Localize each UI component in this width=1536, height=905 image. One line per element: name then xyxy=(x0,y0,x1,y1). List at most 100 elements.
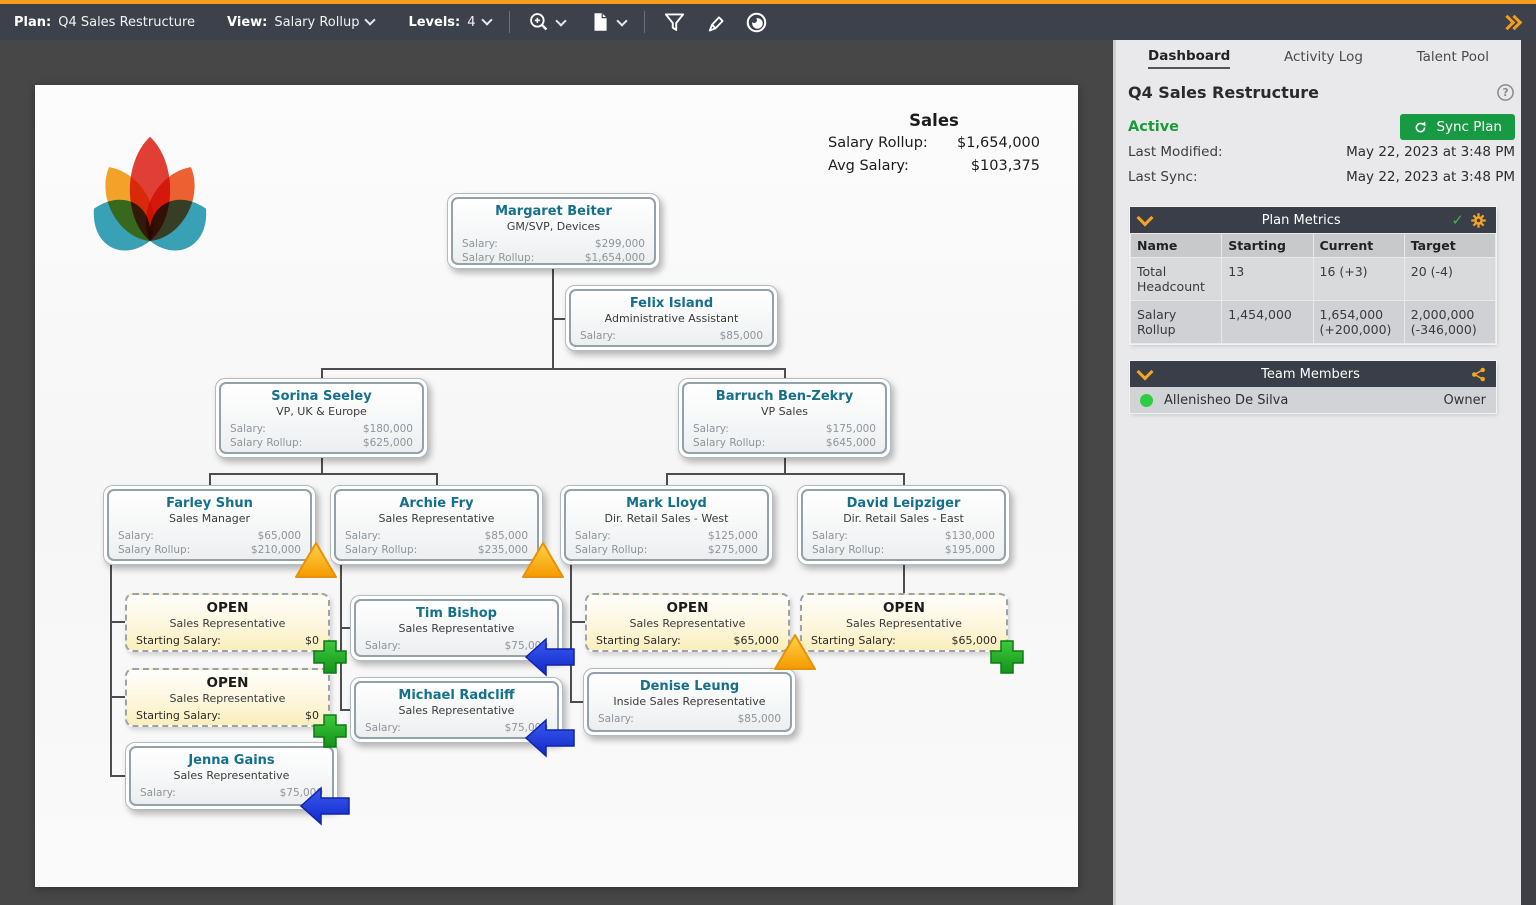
metrics-body: Total Headcount1316 (+3)20 (-4)Salary Ro… xyxy=(1131,258,1496,344)
check-icon[interactable]: ✓ xyxy=(1451,211,1464,229)
app-window: Plan: Q4 Sales Restructure View: Salary … xyxy=(0,0,1536,905)
metrics-column-header: Current xyxy=(1313,234,1404,258)
metrics-cell: Total Headcount xyxy=(1131,258,1222,301)
field-value: $1,654,000 xyxy=(585,251,645,265)
tab-dashboard[interactable]: Dashboard xyxy=(1148,48,1230,69)
add-position-badge[interactable] xyxy=(989,639,1025,679)
field-label: Salary Rollup: xyxy=(693,436,765,450)
warning-badge[interactable] xyxy=(295,541,337,583)
connector-line xyxy=(903,565,905,593)
document-icon xyxy=(589,11,611,33)
org-node-mark-lloyd[interactable]: Mark LloydDir. Retail Sales - WestSalary… xyxy=(560,485,773,565)
last-sync-label: Last Sync: xyxy=(1128,165,1198,190)
org-node-open-1[interactable]: OPENSales RepresentativeStarting Salary:… xyxy=(125,593,330,652)
org-node-barruch-ben-zekry[interactable]: Barruch Ben-ZekryVP SalesSalary:$175,000… xyxy=(678,378,891,458)
tab-activity-log[interactable]: Activity Log xyxy=(1284,49,1363,68)
collapse-panel-button[interactable] xyxy=(1506,17,1520,28)
org-node-card: Mark LloydDir. Retail Sales - WestSalary… xyxy=(564,489,769,561)
field-label: Salary Rollup: xyxy=(462,251,534,265)
summary-value: $103,375 xyxy=(971,155,1040,178)
job-title: GM/SVP, Devices xyxy=(453,220,654,233)
moved-position-badge[interactable] xyxy=(525,637,575,681)
field-label: Salary Rollup: xyxy=(575,543,647,557)
employee-name: Felix Island xyxy=(571,296,772,311)
warning-badge[interactable] xyxy=(774,633,816,675)
field-value: $125,000 xyxy=(708,529,758,543)
plan-label: Plan: xyxy=(14,15,51,30)
employee-name: OPEN xyxy=(127,600,328,616)
last-modified-label: Last Modified: xyxy=(1128,140,1223,165)
metrics-cell: 20 (-4) xyxy=(1404,258,1495,301)
job-title: Sales Representative xyxy=(131,769,332,782)
help-icon[interactable]: ? xyxy=(1496,83,1515,102)
org-node-card: David LeipzigerDir. Retail Sales - EastS… xyxy=(801,489,1006,561)
salary-fields: Salary:$85,000 xyxy=(571,329,772,343)
filter-button[interactable] xyxy=(663,11,686,34)
org-node-card: Archie FrySales RepresentativeSalary:$85… xyxy=(334,489,539,561)
levels-dropdown[interactable]: 4 xyxy=(467,15,490,30)
job-title: Dir. Retail Sales - West xyxy=(566,512,767,525)
view-dropdown[interactable]: Salary Rollup xyxy=(274,15,374,30)
salary-field-row: Salary:$85,000 xyxy=(345,529,528,543)
field-value: $645,000 xyxy=(826,436,876,450)
org-node-archie-fry[interactable]: Archie FrySales RepresentativeSalary:$85… xyxy=(330,485,543,565)
salary-fields: Salary:$175,000Salary Rollup:$645,000 xyxy=(684,422,885,450)
team-members-panel: Team Members Allenisheo De SilvaOwner xyxy=(1130,361,1496,413)
chevron-down-icon xyxy=(481,14,492,25)
add-position-badge[interactable] xyxy=(312,713,348,753)
org-node-farley-shun[interactable]: Farley ShunSales ManagerSalary:$65,000Sa… xyxy=(103,485,316,565)
move-left-arrow-icon xyxy=(525,637,575,677)
connector-line xyxy=(903,474,905,485)
field-label: Salary: xyxy=(118,529,154,543)
warning-badge[interactable] xyxy=(522,541,564,583)
moved-position-badge[interactable] xyxy=(300,786,350,830)
metrics-column-header: Target xyxy=(1404,234,1495,258)
org-node-open-4[interactable]: OPENSales RepresentativeStarting Salary:… xyxy=(800,593,1008,652)
field-label: Salary: xyxy=(345,529,381,543)
view-label: View: xyxy=(227,15,267,30)
org-canvas[interactable]: Sales Salary Rollup: $1,654,000 Avg Sala… xyxy=(35,85,1078,887)
field-value: $275,000 xyxy=(708,543,758,557)
org-node-denise-leung[interactable]: Denise LeungInside Sales RepresentativeS… xyxy=(583,668,796,736)
salary-fields: Salary:$130,000Salary Rollup:$195,000 xyxy=(803,529,1004,557)
org-node-open-3[interactable]: OPENSales RepresentativeStarting Salary:… xyxy=(585,593,790,652)
org-node-david-leipziger[interactable]: David LeipzigerDir. Retail Sales - EastS… xyxy=(797,485,1010,565)
refresh-icon xyxy=(1413,120,1428,135)
add-position-badge[interactable] xyxy=(312,639,348,679)
sidebar-tabs: Dashboard Activity Log Talent Pool xyxy=(1116,40,1521,73)
collapse-section-icon[interactable] xyxy=(1137,210,1154,227)
employee-name: Barruch Ben-Zekry xyxy=(684,389,885,404)
salary-fields: Salary:$85,000 xyxy=(589,712,790,726)
summary-label: Salary Rollup: xyxy=(828,132,928,155)
gear-icon[interactable] xyxy=(1470,212,1487,229)
online-status-dot xyxy=(1140,394,1153,407)
metrics-cell: Salary Rollup xyxy=(1131,301,1222,344)
visibility-button[interactable] xyxy=(745,11,768,34)
share-icon[interactable] xyxy=(1470,366,1487,383)
add-position-icon xyxy=(312,713,348,749)
org-node-felix-island[interactable]: Felix IslandAdministrative AssistantSala… xyxy=(565,285,778,351)
connector-line xyxy=(436,474,438,485)
salary-fields: Salary:$180,000Salary Rollup:$625,000 xyxy=(221,422,422,450)
metrics-row: Total Headcount1316 (+3)20 (-4) xyxy=(1131,258,1496,301)
salary-fields: Starting Salary:$0 xyxy=(127,709,328,723)
salary-field-row: Salary:$65,000 xyxy=(118,529,301,543)
org-node-card: Margaret BeiterGM/SVP, DevicesSalary:$29… xyxy=(451,197,656,265)
zoom-dropdown-button[interactable] xyxy=(528,11,565,33)
document-dropdown-button[interactable] xyxy=(589,11,626,33)
plan-metrics-table: NameStartingCurrentTarget Total Headcoun… xyxy=(1130,233,1496,344)
team-member-row[interactable]: Allenisheo De SilvaOwner xyxy=(1130,387,1496,413)
field-label: Salary: xyxy=(365,721,401,735)
connector-line xyxy=(321,458,323,474)
collapse-section-icon[interactable] xyxy=(1137,364,1154,381)
moved-position-badge[interactable] xyxy=(525,718,575,762)
org-node-margaret-beiter[interactable]: Margaret BeiterGM/SVP, DevicesSalary:$29… xyxy=(447,193,660,269)
tab-talent-pool[interactable]: Talent Pool xyxy=(1417,49,1489,68)
field-label: Starting Salary: xyxy=(136,634,221,648)
org-node-sorina-seeley[interactable]: Sorina SeeleyVP, UK & EuropeSalary:$180,… xyxy=(215,378,428,458)
org-node-open-2[interactable]: OPENSales RepresentativeStarting Salary:… xyxy=(125,668,330,727)
sync-plan-button[interactable]: Sync Plan xyxy=(1400,114,1515,140)
job-title: Sales Representative xyxy=(127,692,328,705)
connector-line xyxy=(110,621,126,623)
highlighter-button[interactable] xyxy=(704,11,727,34)
